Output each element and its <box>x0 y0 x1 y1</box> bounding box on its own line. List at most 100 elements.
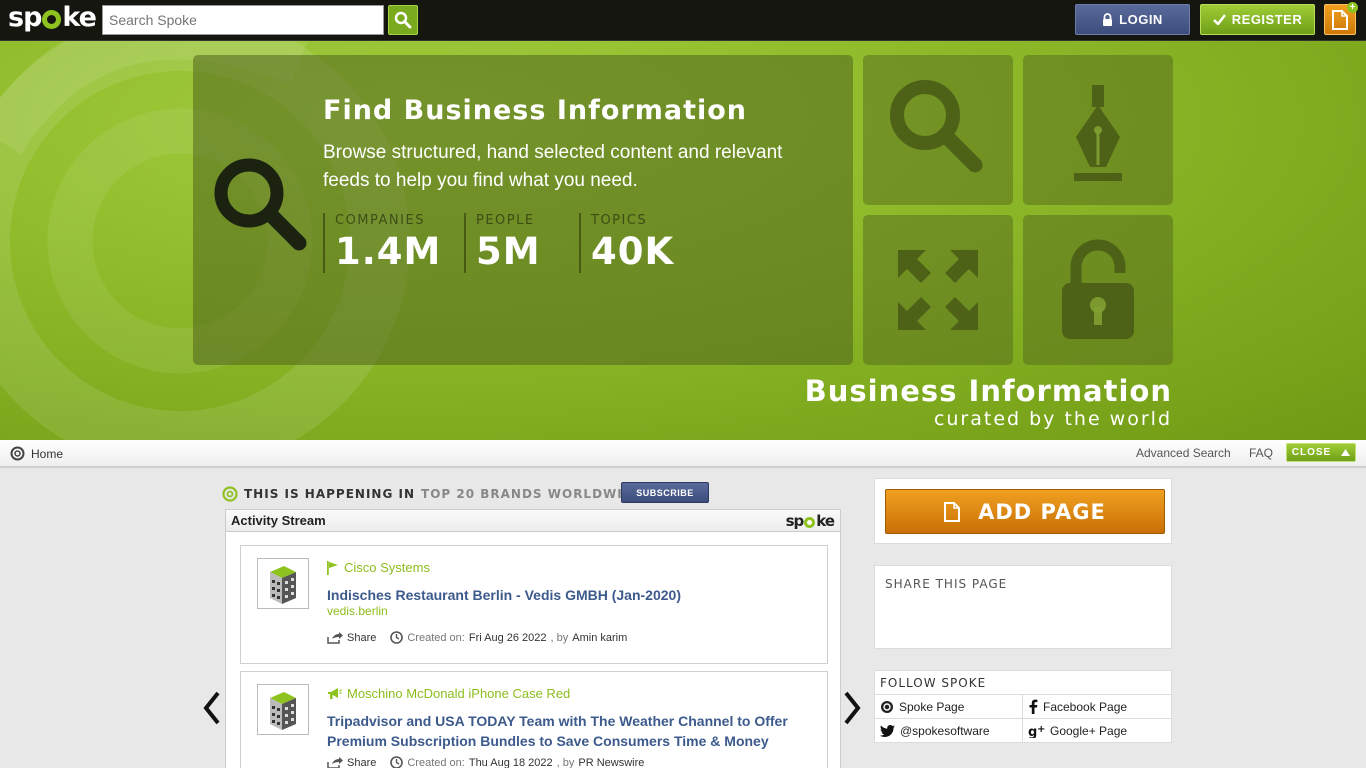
stream-logo-start: sp <box>785 512 805 530</box>
stream-header: Activity Stream sp ke <box>226 510 840 532</box>
triangle-up-icon <box>1341 449 1351 456</box>
share-icon <box>327 631 343 644</box>
follow-twitter-link[interactable]: @spokesoftware <box>875 718 1023 742</box>
company-thumbnail[interactable] <box>257 684 309 735</box>
tile-expand[interactable] <box>863 215 1013 365</box>
card-domain[interactable]: vedis.berlin <box>327 604 388 618</box>
stat-value: 40K <box>591 230 675 273</box>
share-title: SHARE THIS PAGE <box>885 577 1008 591</box>
logo-o-icon <box>42 10 62 29</box>
add-page-label: ADD PAGE <box>978 499 1106 524</box>
follow-facebook-link[interactable]: Facebook Page <box>1023 694 1171 718</box>
hero-tagline: Business Information <box>804 374 1172 408</box>
stat-value: 5M <box>476 230 541 273</box>
building-icon <box>270 691 296 730</box>
card-title[interactable]: Tripadvisor and USA TODAY Team with The … <box>327 711 807 751</box>
created-date: Thu Aug 18 2022 <box>468 756 553 768</box>
search-button[interactable] <box>388 5 418 35</box>
stream-card: Cisco Systems Indisches Restaurant Berli… <box>240 545 828 664</box>
svg-text:g: g <box>1028 725 1037 738</box>
info-panel: Find Business Information Browse structu… <box>193 55 853 365</box>
register-button[interactable]: REGISTER <box>1200 4 1315 35</box>
hero-title: Find Business Information <box>323 95 748 126</box>
card-title[interactable]: Indisches Restaurant Berlin - Vedis GMBH… <box>327 585 807 605</box>
search-input[interactable] <box>102 5 384 35</box>
share-link[interactable]: Share <box>347 632 376 644</box>
unlock-icon <box>1062 239 1134 339</box>
card-source[interactable]: Moschino McDonald iPhone Case Red <box>327 686 570 701</box>
share-icon <box>327 756 343 768</box>
stream-logo-end: ke <box>816 512 835 530</box>
stream-logo-o-icon <box>804 516 816 528</box>
spoke-swirl-icon <box>881 700 893 713</box>
spoke-logo[interactable]: sp ke <box>8 2 97 33</box>
advanced-search-link[interactable]: Advanced Search <box>1136 446 1231 460</box>
login-button[interactable]: LOGIN <box>1075 4 1190 35</box>
created-label: Created on: <box>407 756 465 768</box>
chevron-left-icon[interactable] <box>202 690 222 726</box>
login-label: LOGIN <box>1119 12 1163 27</box>
close-label: CLOSE <box>1291 447 1332 458</box>
pen-nib-icon <box>1074 85 1122 181</box>
card-meta: Share Created on: Thu Aug 18 2022, by PR… <box>327 756 644 768</box>
magnifier-icon <box>214 158 307 251</box>
add-page-button[interactable]: ADD PAGE <box>885 489 1165 534</box>
card-source-label: Cisco Systems <box>344 560 430 575</box>
card-source-label: Moschino McDonald iPhone Case Red <box>347 686 571 701</box>
chevron-right-icon[interactable] <box>842 690 862 726</box>
happening-scope[interactable]: TOP 20 BRANDS WORLDWIDE <box>421 487 643 501</box>
follow-label: Google+ Page <box>1050 723 1128 738</box>
clock-icon <box>390 631 404 644</box>
clock-icon <box>390 756 404 768</box>
add-page-quick-button[interactable]: + <box>1324 2 1358 35</box>
nav-bar: Home Advanced Search FAQ CLOSE <box>0 440 1366 468</box>
search-tile-icon <box>890 80 983 173</box>
follow-label: @spokesoftware <box>900 723 990 738</box>
follow-label: Facebook Page <box>1043 699 1128 714</box>
tile-pen[interactable] <box>1023 55 1173 205</box>
share-link[interactable]: Share <box>347 757 376 768</box>
stream-card: Moschino McDonald iPhone Case Red Tripad… <box>240 671 828 768</box>
happening-heading: THIS IS HAPPENING IN TOP 20 BRANDS WORLD… <box>222 486 643 502</box>
card-source[interactable]: Cisco Systems <box>327 560 430 575</box>
spoke-green-icon <box>222 486 238 502</box>
add-page-box: ADD PAGE <box>874 478 1172 544</box>
lock-icon <box>1103 13 1113 26</box>
faq-link[interactable]: FAQ <box>1249 446 1273 460</box>
stat-value: 1.4M <box>335 230 442 273</box>
top-bar: spke LOGIN REGISTER + <box>0 0 1366 41</box>
spoke-swirl-icon <box>10 446 25 461</box>
created-label: Created on: <box>407 631 465 644</box>
subscribe-button[interactable]: SUBSCRIBE <box>621 482 709 503</box>
happening-prefix: THIS IS HAPPENING IN <box>244 487 416 501</box>
follow-title: FOLLOW SPOKE <box>880 676 987 690</box>
activity-stream: Activity Stream sp ke Cisco Systems Indis… <box>225 509 841 768</box>
stat-people: PEOPLE 5M <box>464 213 541 273</box>
stat-topics: TOPICS 40K <box>579 213 674 273</box>
hero-banner: Find Business Information Browse structu… <box>0 41 1366 440</box>
close-banner-button[interactable]: CLOSE <box>1286 443 1356 462</box>
svg-text:+: + <box>1037 724 1045 735</box>
twitter-icon <box>880 724 895 737</box>
share-box: SHARE THIS PAGE <box>874 565 1172 649</box>
by-label: , by <box>550 631 569 644</box>
logo-text-end: ke <box>62 2 97 33</box>
nav-home-label: Home <box>31 446 64 461</box>
nav-home-link[interactable]: Home <box>10 446 63 461</box>
author-name[interactable]: PR Newswire <box>578 757 644 768</box>
author-name[interactable]: Amin karim <box>572 632 627 644</box>
follow-spoke-link[interactable]: Spoke Page <box>875 694 1023 718</box>
tile-search[interactable] <box>863 55 1013 205</box>
facebook-icon <box>1029 699 1038 714</box>
tile-unlock[interactable] <box>1023 215 1173 365</box>
stat-label: TOPICS <box>591 213 648 228</box>
logo-text-start: sp <box>8 2 42 33</box>
stat-label: COMPANIES <box>335 213 425 228</box>
follow-googleplus-link[interactable]: g + Google+ Page <box>1023 718 1171 742</box>
checkmark-icon <box>1212 14 1226 25</box>
company-thumbnail[interactable] <box>257 558 309 609</box>
hero-subtagline: curated by the world <box>933 408 1172 430</box>
expand-arrows-icon <box>898 250 978 330</box>
google-plus-icon: g + <box>1028 724 1045 738</box>
hero-description: Browse structured, hand selected content… <box>323 142 783 191</box>
